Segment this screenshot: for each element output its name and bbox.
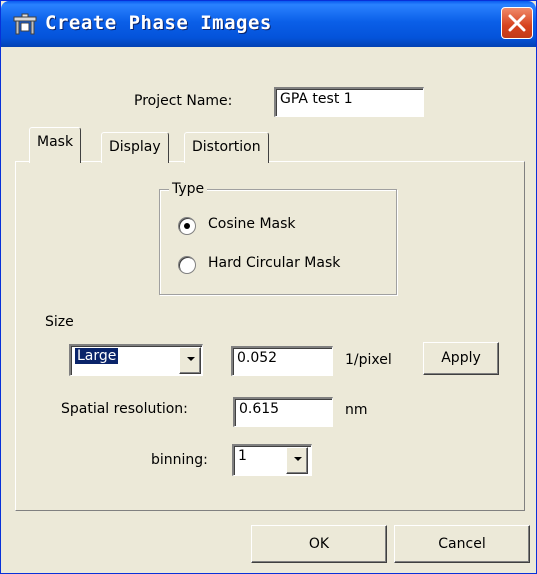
cancel-button[interactable]: Cancel <box>394 525 530 563</box>
chevron-down-icon <box>187 357 195 361</box>
binning-value: 1 <box>238 448 247 464</box>
apply-button[interactable]: Apply <box>423 342 499 375</box>
binning-label: binning: <box>151 452 208 468</box>
tab-display[interactable]: Display <box>101 132 169 163</box>
project-name-input[interactable]: GPA test 1 <box>274 87 424 117</box>
tab-mask-label: Mask <box>37 134 74 150</box>
close-button[interactable] <box>501 7 533 39</box>
spatial-resolution-label: Spatial resolution: <box>61 401 188 417</box>
hard-circular-mask-label[interactable]: Hard Circular Mask <box>208 255 340 271</box>
spatial-resolution-input[interactable]: 0.615 <box>233 397 333 427</box>
size-preset-value: Large <box>75 348 119 364</box>
tab-distortion-label: Distortion <box>192 139 261 155</box>
tab-display-label: Display <box>109 139 161 155</box>
close-icon <box>508 14 526 32</box>
binning-dropdown-button[interactable] <box>286 447 308 474</box>
mask-size-unit: 1/pixel <box>345 352 392 368</box>
title-bar[interactable]: Create Phase Images <box>1 1 536 47</box>
tab-distortion[interactable]: Distortion <box>184 132 269 163</box>
mask-size-input[interactable]: 0.052 <box>231 346 333 376</box>
ok-button[interactable]: OK <box>251 525 387 563</box>
mask-size-value: 0.052 <box>237 350 278 366</box>
ok-button-label: OK <box>308 536 330 552</box>
size-label: Size <box>45 314 74 330</box>
spatial-resolution-unit: nm <box>345 402 368 418</box>
type-groupbox <box>159 189 397 295</box>
chevron-down-icon <box>294 457 302 461</box>
cosine-mask-radio[interactable] <box>178 217 196 235</box>
radio-selected-dot <box>184 223 190 229</box>
project-name-label: Project Name: <box>134 93 233 109</box>
size-preset-dropdown-button[interactable] <box>179 347 201 374</box>
cosine-mask-label[interactable]: Cosine Mask <box>208 216 296 232</box>
window-title: Create Phase Images <box>45 12 272 34</box>
app-window-icon <box>13 13 37 35</box>
dialog-window: Create Phase Images Project Name: GPA te… <box>0 0 537 574</box>
cancel-button-label: Cancel <box>438 536 486 552</box>
project-name-value: GPA test 1 <box>280 91 353 107</box>
hard-circular-mask-radio[interactable] <box>178 256 196 274</box>
type-group-title: Type <box>169 181 208 197</box>
apply-button-label: Apply <box>441 350 481 366</box>
tab-mask[interactable]: Mask <box>29 127 82 163</box>
spatial-resolution-value: 0.615 <box>239 401 280 417</box>
